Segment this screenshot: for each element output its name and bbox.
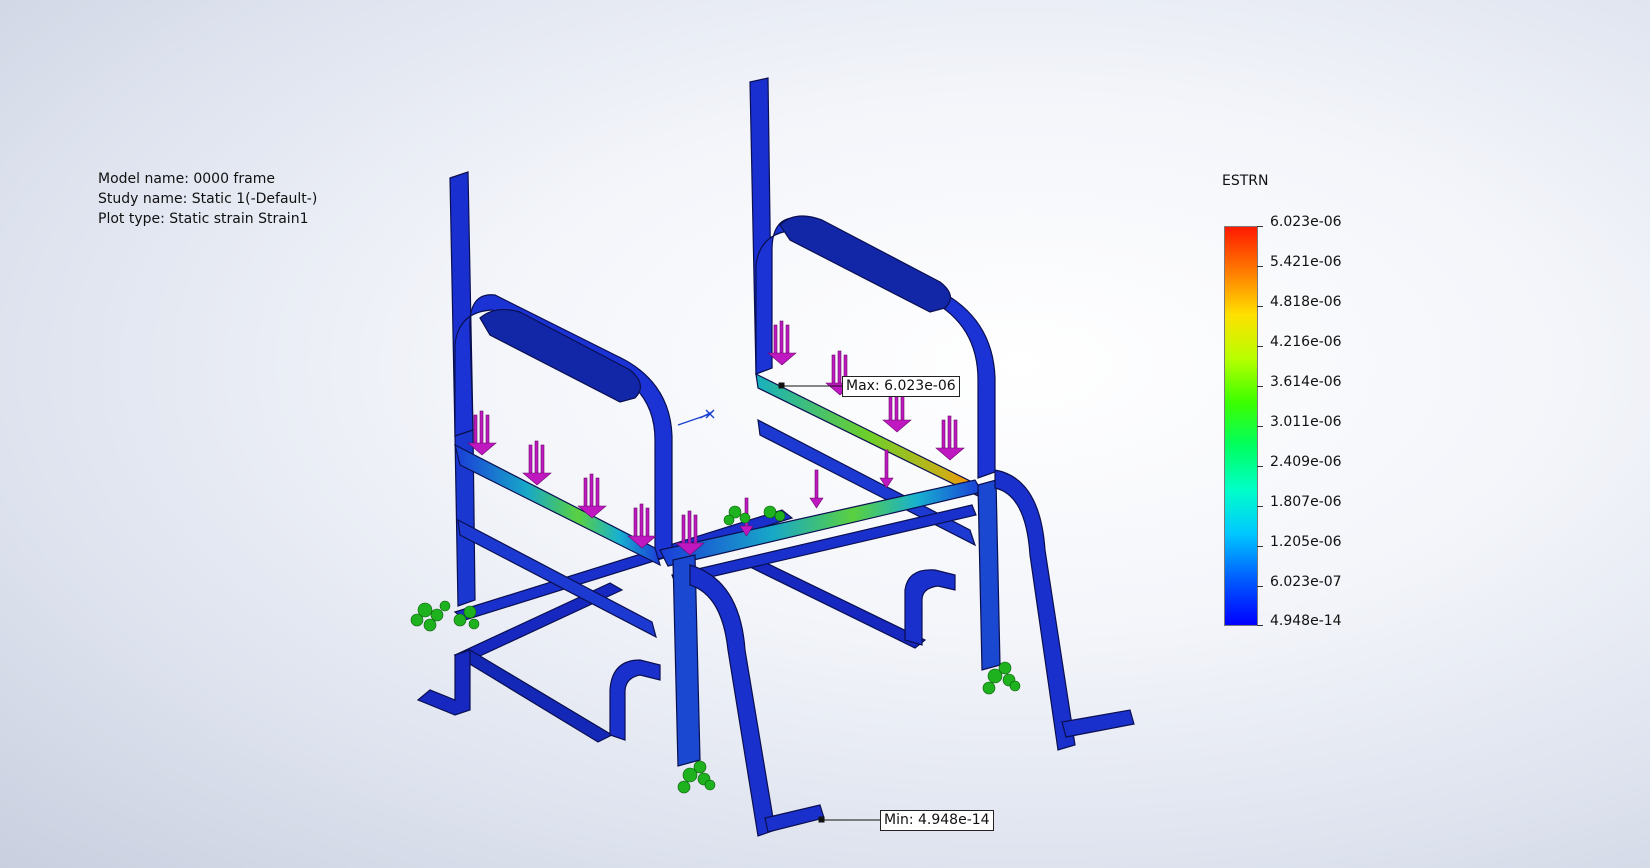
legend-tick — [1257, 266, 1263, 267]
legend-label: 1.205e-06 — [1270, 534, 1342, 550]
max-callout[interactable]: Max: 6.023e-06 — [842, 376, 960, 397]
legend-label: 3.614e-06 — [1270, 374, 1342, 390]
legend-tick — [1257, 426, 1263, 427]
legend-label: 4.216e-06 — [1270, 334, 1342, 350]
coordinate-triad-icon — [677, 409, 715, 426]
legend-tick — [1257, 226, 1263, 227]
legend-color-bar[interactable] — [1224, 226, 1258, 626]
right-side-frame — [749, 77, 996, 547]
legend-tick — [1257, 386, 1263, 387]
legend-tick — [1257, 586, 1263, 587]
legend-label: 6.023e-07 — [1270, 574, 1342, 590]
legend-label: 4.948e-14 — [1270, 613, 1342, 629]
legend-tick — [1257, 546, 1263, 547]
legend-label: 1.807e-06 — [1270, 494, 1342, 510]
plot-type-label: Plot type: Static strain Strain1 — [98, 211, 309, 227]
legend-title: ESTRN — [1222, 173, 1269, 189]
legend-tick — [1257, 346, 1263, 347]
model-info: Model name: 0000 frame Study name: Stati… — [98, 169, 317, 229]
model-name-label: Model name: 0000 frame — [98, 171, 275, 187]
legend-label: 2.409e-06 — [1270, 454, 1342, 470]
legend-label: 3.011e-06 — [1270, 414, 1342, 430]
legend-tick — [1257, 625, 1263, 626]
study-name-label: Study name: Static 1(-Default-) — [98, 191, 318, 207]
legend-tick — [1257, 466, 1263, 467]
legend-tick — [1257, 306, 1263, 307]
legend-label: 5.421e-06 — [1270, 254, 1342, 270]
graphics-viewport[interactable]: Model name: 0000 frame Study name: Stati… — [0, 0, 1650, 868]
legend-label: 6.023e-06 — [1270, 214, 1342, 230]
min-callout[interactable]: Min: 4.948e-14 — [880, 810, 994, 831]
legend-label: 4.818e-06 — [1270, 294, 1342, 310]
legend-tick — [1257, 506, 1263, 507]
frame-model[interactable] — [0, 0, 1650, 868]
left-side-frame — [449, 171, 673, 639]
